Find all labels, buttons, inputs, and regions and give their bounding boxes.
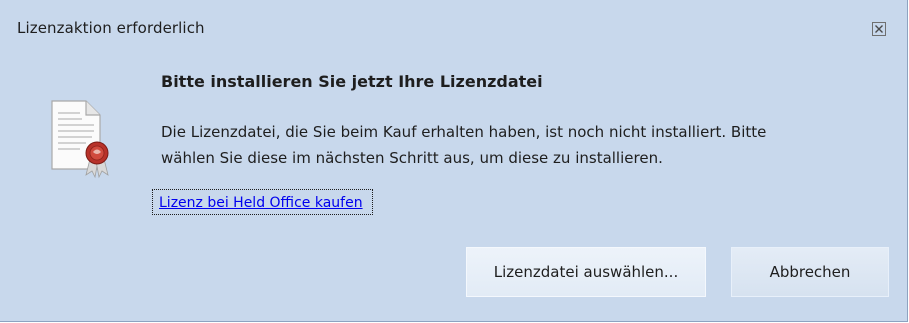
close-icon	[872, 22, 886, 36]
license-certificate-icon	[50, 99, 122, 179]
close-button[interactable]	[872, 21, 886, 36]
buy-license-link[interactable]: Lizenz bei Held Office kaufen	[159, 195, 363, 211]
dialog-message: Die Lizenzdatei, die Sie beim Kauf erhal…	[161, 119, 841, 171]
buy-license-link-focus: Lizenz bei Held Office kaufen	[152, 189, 373, 215]
cancel-button[interactable]: Abbrechen	[731, 247, 889, 297]
license-dialog: Lizenzaktion erforderlich Bitte installi…	[0, 0, 908, 322]
select-license-file-button[interactable]: Lizenzdatei auswählen...	[466, 247, 706, 297]
dialog-heading: Bitte installieren Sie jetzt Ihre Lizenz…	[161, 72, 543, 91]
message-line: wählen Sie diese im nächsten Schritt aus…	[161, 149, 663, 167]
dialog-title: Lizenzaktion erforderlich	[17, 19, 205, 37]
message-line: Die Lizenzdatei, die Sie beim Kauf erhal…	[161, 123, 767, 141]
